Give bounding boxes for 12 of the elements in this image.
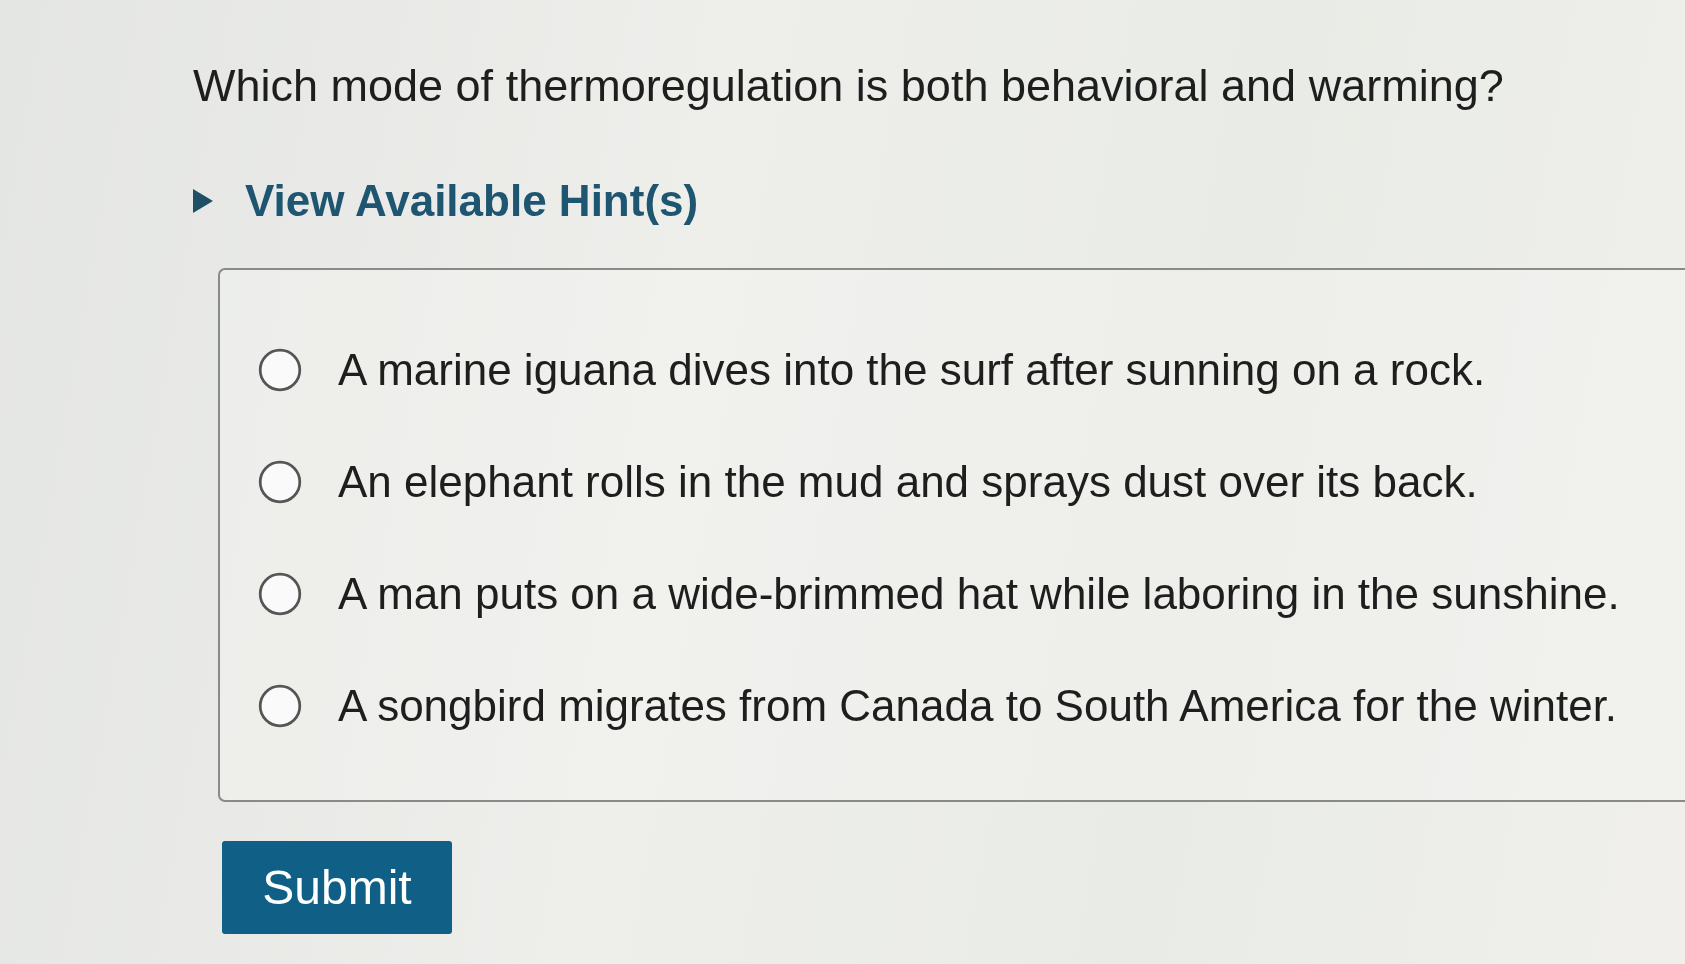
- radio-button[interactable]: [258, 684, 302, 728]
- radio-button[interactable]: [258, 460, 302, 504]
- question-text: Which mode of thermoregulation is both behavioral and warming?: [193, 59, 1505, 113]
- option-text: A man puts on a wide-brimmed hat while laboring in the sunshine.: [338, 570, 1620, 618]
- option-text: A songbird migrates from Canada to South America for the winter.: [338, 682, 1618, 730]
- caret-icon: [193, 189, 213, 213]
- radio-button[interactable]: [258, 572, 302, 616]
- option-text: An elephant rolls in the mud and sprays dust over its back.: [338, 458, 1478, 506]
- hint-toggle[interactable]: View Available Hint(s): [193, 176, 699, 226]
- submit-button[interactable]: Submit: [222, 841, 452, 934]
- option-text: A marine iguana dives into the surf after sunning on a rock.: [338, 346, 1486, 394]
- radio-button[interactable]: [258, 348, 302, 392]
